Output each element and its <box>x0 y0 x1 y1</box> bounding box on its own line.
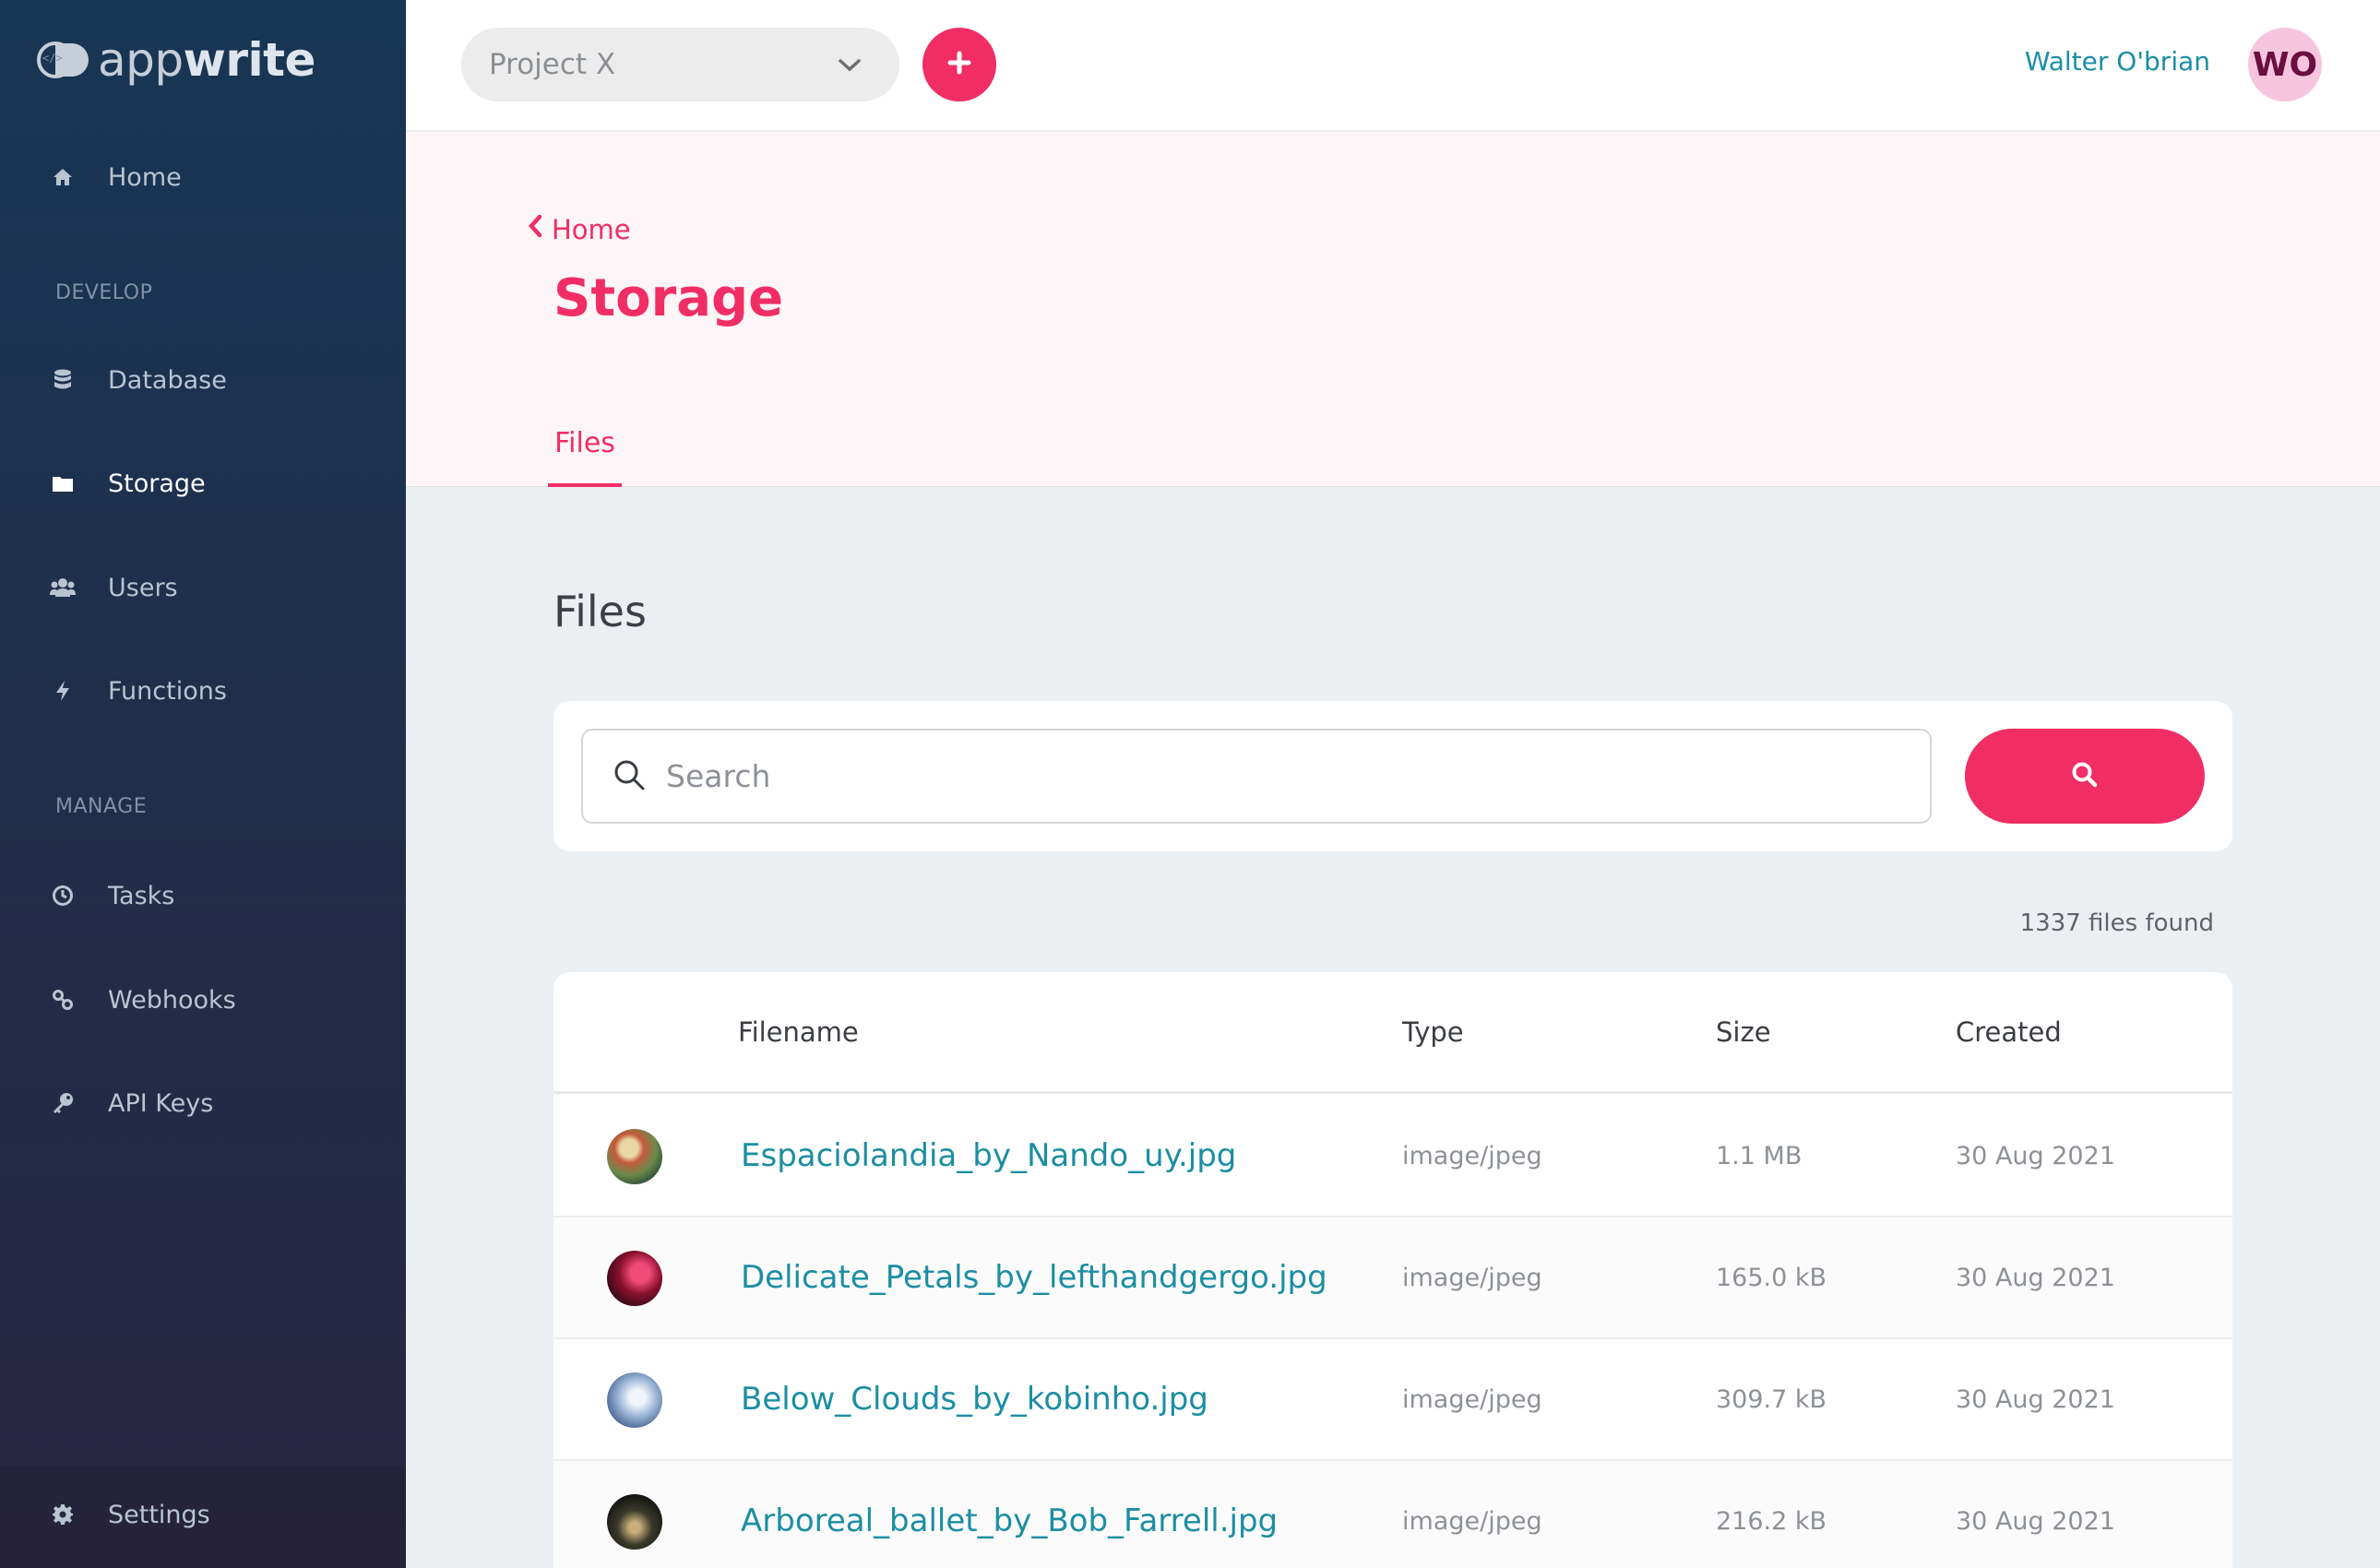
file-created: 30 Aug 2021 <box>1956 1507 2115 1536</box>
search-field <box>581 729 1932 824</box>
sidebar-item-label: Home <box>108 162 182 192</box>
results-count: 1337 files found <box>2019 909 2214 937</box>
file-thumbnail <box>607 1251 662 1306</box>
logo-text-light: app <box>98 33 184 87</box>
page-title: Storage <box>553 268 784 328</box>
file-type: image/jpeg <box>1402 1507 1542 1536</box>
search-input[interactable] <box>666 758 1865 794</box>
search-icon <box>2070 760 2100 793</box>
folder-icon <box>50 470 76 496</box>
file-size: 309.7 kB <box>1716 1385 1827 1414</box>
chevron-left-icon <box>526 213 552 245</box>
project-selector-value: Project X <box>489 48 616 81</box>
appwrite-logo[interactable]: </> appwrite <box>37 33 315 87</box>
table-header: Filename Type Size Created <box>553 972 2232 1094</box>
column-header-type: Type <box>1402 1016 1464 1048</box>
home-icon <box>50 164 76 190</box>
sidebar-item-label: Tasks <box>108 881 175 910</box>
chevron-down-icon <box>837 52 863 85</box>
file-size: 216.2 kB <box>1716 1507 1827 1536</box>
column-header-created: Created <box>1956 1016 2062 1048</box>
column-header-filename: Filename <box>738 1016 859 1048</box>
file-name-link[interactable]: Below_Clouds_by_kobinho.jpg <box>741 1381 1208 1418</box>
sidebar-item-functions[interactable]: Functions <box>0 663 406 719</box>
sidebar-item-label: Functions <box>108 676 227 706</box>
users-icon <box>50 575 76 600</box>
file-thumbnail <box>607 1372 662 1428</box>
appwrite-logo-icon: </> <box>37 41 90 79</box>
sidebar-item-storage[interactable]: Storage <box>0 456 406 511</box>
sidebar-item-tasks[interactable]: Tasks <box>0 868 406 923</box>
add-project-button[interactable] <box>922 28 996 101</box>
file-size: 1.1 MB <box>1716 1142 1803 1170</box>
back-link-home[interactable]: Home <box>526 213 631 245</box>
back-link-label: Home <box>552 213 631 245</box>
sidebar-item-api-keys[interactable]: API Keys <box>0 1075 406 1131</box>
sidebar-item-users[interactable]: Users <box>0 560 406 615</box>
table-row[interactable]: Below_Clouds_by_kobinho.jpg image/jpeg 3… <box>553 1339 2232 1461</box>
project-selector[interactable]: Project X <box>461 28 899 101</box>
tab-active-indicator <box>548 483 622 487</box>
search-icon <box>613 758 646 795</box>
tab-label: Files <box>554 427 615 459</box>
file-thumbnail <box>607 1129 662 1184</box>
table-row[interactable]: Espaciolandia_by_Nando_uy.jpg image/jpeg… <box>553 1096 2232 1218</box>
files-table: Filename Type Size Created Espaciolandia… <box>553 972 2232 1568</box>
sidebar-item-label: API Keys <box>108 1088 214 1118</box>
key-icon <box>50 1090 76 1116</box>
file-created: 30 Aug 2021 <box>1956 1264 2115 1292</box>
sidebar-item-database[interactable]: Database <box>0 352 406 408</box>
table-row[interactable]: Arboreal_ballet_by_Bob_Farrell.jpg image… <box>553 1461 2232 1568</box>
sidebar: </> appwrite Home DEVELOP Database Stora… <box>0 0 406 1568</box>
file-name-link[interactable]: Delicate_Petals_by_lefthandgergo.jpg <box>741 1259 1327 1296</box>
file-type: image/jpeg <box>1402 1385 1542 1414</box>
bolt-icon <box>50 678 76 704</box>
file-created: 30 Aug 2021 <box>1956 1385 2115 1414</box>
file-name-link[interactable]: Arboreal_ballet_by_Bob_Farrell.jpg <box>741 1503 1278 1539</box>
file-created: 30 Aug 2021 <box>1956 1142 2115 1170</box>
clock-icon <box>50 883 76 909</box>
sidebar-item-label: Storage <box>108 469 206 498</box>
sidebar-item-label: Users <box>108 573 178 602</box>
logo-wordmark: appwrite <box>98 33 315 87</box>
table-row[interactable]: Delicate_Petals_by_lefthandgergo.jpg ima… <box>553 1218 2232 1339</box>
sidebar-item-label: Database <box>108 365 227 395</box>
gear-icon <box>50 1502 76 1527</box>
database-icon <box>50 367 76 393</box>
file-name-link[interactable]: Espaciolandia_by_Nando_uy.jpg <box>741 1137 1236 1174</box>
logo-text-bold: write <box>183 33 316 87</box>
section-title: Files <box>553 587 647 636</box>
sidebar-item-webhooks[interactable]: Webhooks <box>0 972 406 1028</box>
sidebar-item-settings[interactable]: Settings <box>0 1487 406 1542</box>
search-button[interactable] <box>1965 729 2205 824</box>
user-name-link[interactable]: Walter O'brian <box>2025 46 2210 77</box>
tab-files[interactable]: Files <box>548 418 622 487</box>
section-label-develop: DEVELOP <box>55 281 153 304</box>
column-header-size: Size <box>1716 1016 1771 1048</box>
sidebar-item-label: Webhooks <box>108 985 236 1015</box>
section-label-manage: MANAGE <box>55 795 148 818</box>
file-thumbnail <box>607 1494 662 1550</box>
sidebar-item-label: Settings <box>108 1500 210 1529</box>
webhook-icon <box>50 987 76 1013</box>
plus-icon <box>946 50 972 79</box>
sidebar-item-home[interactable]: Home <box>0 149 406 205</box>
page-header: Home Storage Files <box>406 132 2380 487</box>
file-type: image/jpeg <box>1402 1142 1542 1170</box>
avatar[interactable]: WO <box>2248 28 2322 101</box>
search-card <box>553 701 2232 851</box>
file-size: 165.0 kB <box>1716 1264 1827 1292</box>
top-bar: Project X Walter O'brian WO <box>406 0 2380 131</box>
file-type: image/jpeg <box>1402 1264 1542 1292</box>
logo-mark-glyph: </> <box>42 52 63 65</box>
